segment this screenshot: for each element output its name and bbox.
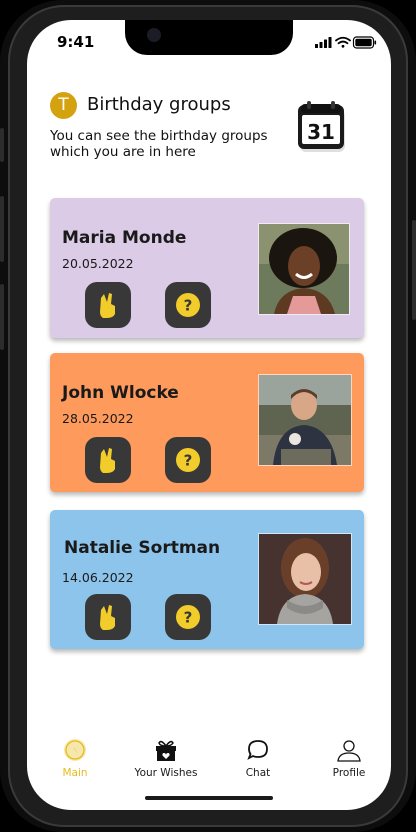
svg-text:?: ?: [184, 297, 193, 315]
power-button: [412, 220, 416, 320]
nav-label: Profile: [332, 767, 366, 779]
signal-icon: [315, 37, 332, 48]
volume-down-button: [0, 284, 4, 350]
group-card[interactable]: Maria Monde 20.05.2022 ?: [50, 198, 364, 338]
gift-icon: [156, 740, 176, 761]
group-birthday-date: 14.06.2022: [62, 570, 134, 585]
person-photo: [258, 223, 350, 315]
question-icon: ?: [176, 605, 200, 629]
group-birthday-date: 28.05.2022: [62, 411, 134, 426]
hand-icon: [100, 448, 115, 473]
hand-icon: [100, 605, 115, 630]
notch: [125, 20, 293, 55]
compass-icon: [64, 739, 86, 761]
svg-text:?: ?: [184, 609, 193, 627]
group-person-name: John Wlocke: [62, 383, 179, 403]
group-card[interactable]: Natalie Sortman 14.06.2022 ?: [50, 510, 364, 649]
nav-label: Your Wishes: [134, 767, 198, 779]
page-title: Birthday groups: [87, 94, 231, 115]
status-time: 9:41: [57, 33, 95, 51]
group-person-name: Maria Monde: [62, 228, 187, 248]
battery-icon: [352, 36, 377, 49]
volume-up-button: [0, 196, 4, 262]
person-photo: [258, 533, 352, 625]
app-screen: 9:41 T Birthday groups You can see the b…: [27, 20, 391, 810]
wifi-icon: [335, 36, 351, 48]
nav-label: Main: [62, 767, 88, 779]
wish-button[interactable]: [85, 594, 131, 640]
chat-bubble-icon: [247, 740, 268, 760]
group-person-name: Natalie Sortman: [64, 538, 221, 558]
group-birthday-date: 20.05.2022: [62, 256, 134, 271]
mute-switch: [0, 128, 4, 162]
question-button[interactable]: ?: [165, 282, 211, 328]
svg-text:?: ?: [184, 452, 193, 470]
wish-button[interactable]: [85, 282, 131, 328]
calendar-icon: 31: [295, 100, 351, 162]
calendar-day: 31: [307, 120, 335, 144]
question-button[interactable]: ?: [165, 594, 211, 640]
nav-label: Chat: [245, 767, 271, 779]
front-camera: [147, 28, 161, 42]
question-icon: ?: [176, 448, 200, 472]
page-subtitle: You can see the birthday groups which yo…: [50, 128, 268, 160]
question-icon: ?: [176, 293, 200, 317]
hand-icon: [100, 293, 115, 318]
group-card[interactable]: John Wlocke 28.05.2022 ?: [50, 353, 364, 492]
user-icon: [337, 740, 361, 762]
avatar[interactable]: T: [50, 92, 77, 119]
wish-button[interactable]: [85, 437, 131, 483]
status-icons: [315, 34, 377, 53]
phone-frame: 9:41 T Birthday groups You can see the b…: [0, 0, 416, 832]
question-button[interactable]: ?: [165, 437, 211, 483]
person-photo: [258, 374, 352, 466]
home-indicator: [145, 796, 273, 800]
